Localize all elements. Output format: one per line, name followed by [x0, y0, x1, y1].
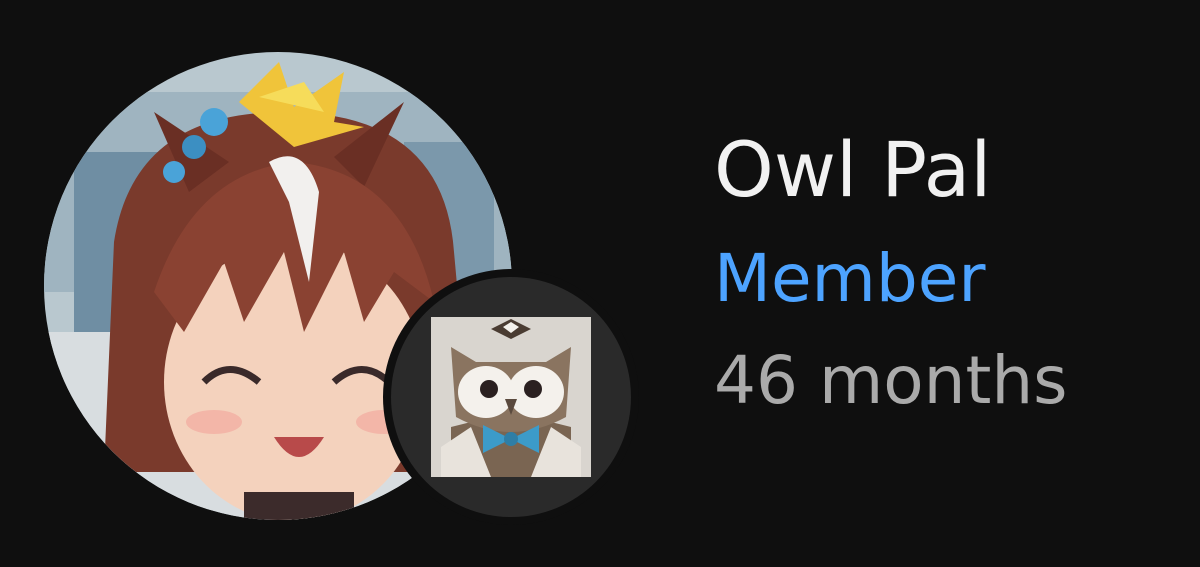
member-info: Owl Pal Member 46 months [714, 122, 1174, 428]
membership-tier: Member [714, 240, 986, 317]
member-name[interactable]: Owl Pal [714, 122, 1174, 218]
member-card: Owl Pal Member 46 months [0, 0, 1200, 567]
membership-badge[interactable] [391, 277, 631, 517]
owl-badge-icon [431, 317, 591, 477]
membership-tenure: 46 months [714, 342, 1068, 419]
